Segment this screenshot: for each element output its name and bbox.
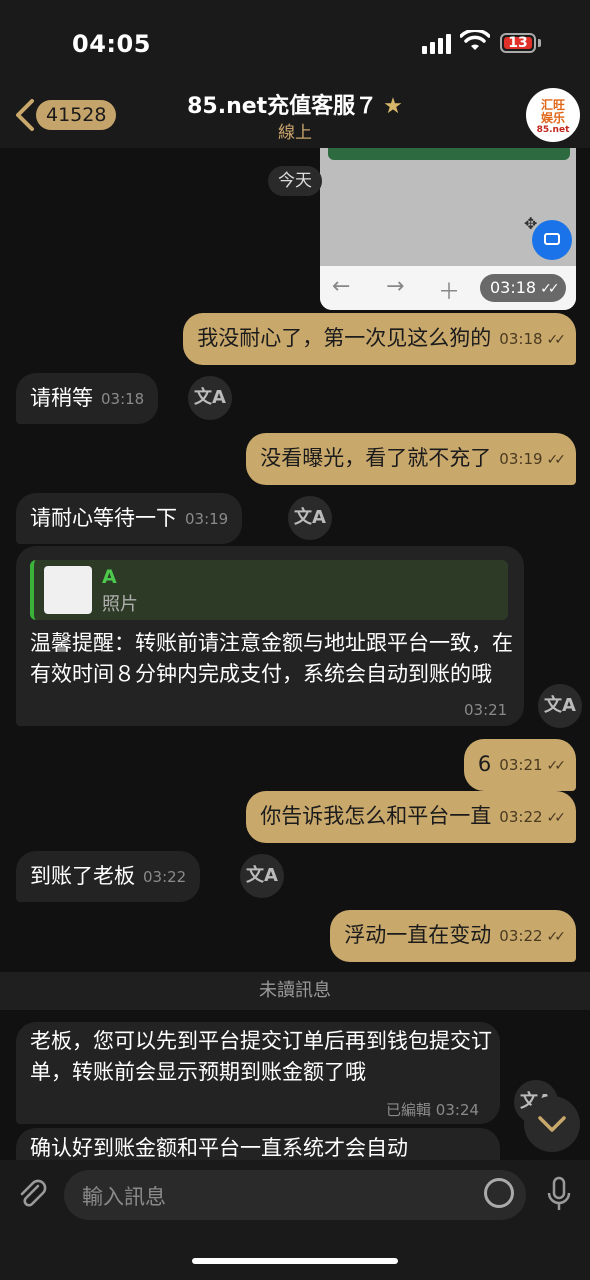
- reply-sender: A: [102, 566, 117, 588]
- translate-icon[interactable]: 文A: [188, 376, 232, 420]
- reply-quote[interactable]: A 照片: [30, 560, 508, 620]
- chat-fab-icon: [532, 220, 572, 260]
- message-time: 03:18: [101, 390, 145, 408]
- message-text: 请稍等: [30, 386, 93, 410]
- message-text: 浮动一直在变动: [344, 923, 492, 947]
- message-out[interactable]: 你告诉我怎么和平台一直 03:22 ✓✓: [246, 791, 576, 843]
- image-message[interactable]: ✥ ← → ＋ 03:18 ✓✓: [320, 148, 576, 310]
- reply-type: 照片: [102, 594, 138, 615]
- image-message-time: 03:18 ✓✓: [480, 274, 566, 302]
- wifi-icon: [459, 28, 491, 56]
- message-time: 已編輯 03:24: [386, 1101, 480, 1119]
- translate-icon[interactable]: 文A: [538, 684, 582, 728]
- status-time: 04:05: [72, 30, 151, 58]
- message-in[interactable]: 到账了老板 03:22: [16, 851, 201, 902]
- scroll-down-button[interactable]: [524, 1096, 580, 1152]
- message-out[interactable]: 浮动一直在变动 03:22 ✓✓: [330, 910, 576, 962]
- avatar[interactable]: 汇旺 娱乐 85.net: [526, 88, 580, 142]
- unread-separator: 未讀訊息: [0, 972, 590, 1010]
- message-out[interactable]: 没看曝光，看了就不充了 03:19 ✓✓: [246, 433, 576, 485]
- translate-icon[interactable]: 文A: [240, 854, 284, 898]
- message-time: 03:22: [143, 868, 187, 886]
- avatar-text-2: 娱乐: [540, 111, 565, 125]
- message-time: 03:22 ✓✓: [499, 807, 566, 826]
- message-in[interactable]: 请稍等 03:18: [16, 373, 159, 424]
- message-text: 请耐心等待一下: [30, 506, 177, 530]
- message-time: 03:19 ✓✓: [499, 449, 566, 468]
- message-out[interactable]: 我没耐心了，第一次见这么狗的 03:18 ✓✓: [183, 313, 576, 365]
- message-text: 你告诉我怎么和平台一直: [260, 804, 492, 828]
- arrow-left-icon: ←: [332, 274, 351, 299]
- plus-icon: ＋: [438, 280, 461, 305]
- chat-status: 線上: [278, 123, 312, 143]
- message-text: 没看曝光，看了就不充了: [260, 446, 492, 470]
- chat-title[interactable]: 85.net充值客服７ ★: [0, 88, 590, 120]
- message-text: 温馨提醒：转账前请注意金额与地址跟平台一致，在有效时间８分钟内完成支付，系统会自…: [30, 631, 513, 686]
- attach-icon[interactable]: [16, 1178, 50, 1212]
- message-text: 老板，您可以先到平台提交订单后再到钱包提交订单，转账前会显示预期到账金额了哦: [30, 1029, 492, 1084]
- reply-thumbnail: [44, 566, 92, 614]
- battery-level: 13: [508, 35, 528, 51]
- message-time: 03:21 ✓✓: [499, 755, 566, 774]
- message-time: 03:22 ✓✓: [499, 926, 566, 945]
- message-in[interactable]: 请耐心等待一下 03:19: [16, 493, 243, 544]
- message-text: 到账了老板: [30, 864, 135, 888]
- message-out[interactable]: 6 03:21 ✓✓: [463, 739, 576, 791]
- message-time: 03:18 ✓✓: [499, 329, 566, 348]
- battery-icon: 13: [500, 33, 536, 53]
- date-separator: 今天: [268, 166, 322, 196]
- chevron-down-icon: [538, 1116, 566, 1132]
- message-text: 6: [477, 752, 492, 776]
- translate-icon[interactable]: 文A: [288, 496, 332, 540]
- home-indicator: [192, 1258, 398, 1264]
- signal-icon: [422, 34, 451, 54]
- message-text: 我没耐心了，第一次见这么狗的: [197, 326, 492, 350]
- star-icon: ★: [383, 94, 403, 119]
- chat-title-text: 85.net充值客服７: [187, 94, 378, 119]
- image-preview-button: [328, 148, 570, 160]
- message-time: 03:21: [464, 701, 508, 719]
- microphone-icon[interactable]: [546, 1176, 572, 1218]
- message-input-placeholder: 輸入訊息: [82, 1185, 166, 1209]
- battery-tip: [538, 39, 541, 47]
- arrow-right-icon: →: [386, 274, 405, 299]
- message-time: 03:19: [185, 510, 229, 528]
- sticker-icon[interactable]: [484, 1178, 514, 1208]
